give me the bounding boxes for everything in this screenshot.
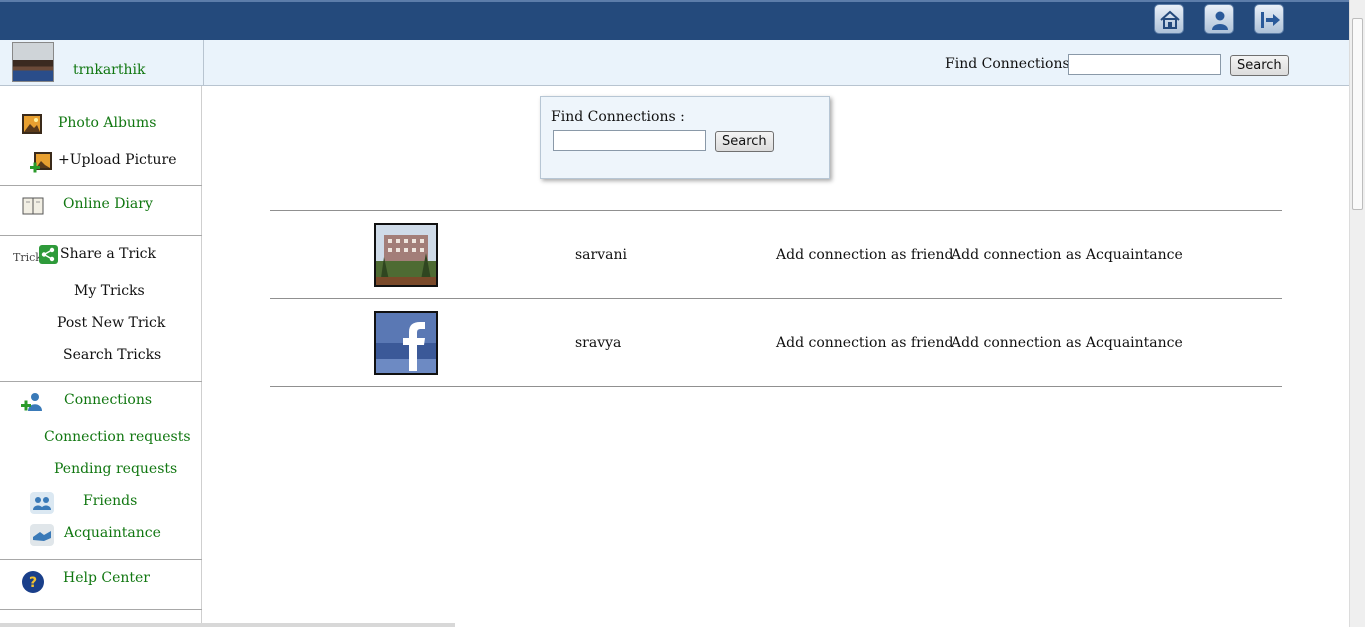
avatar[interactable] bbox=[12, 42, 54, 82]
diary-book-icon bbox=[22, 197, 44, 215]
find-connections-panel: Find Connections : Search bbox=[540, 96, 830, 179]
vertical-scrollbar[interactable] bbox=[1349, 0, 1365, 627]
sidebar-item-connections[interactable]: Connections bbox=[64, 392, 152, 408]
search-button[interactable]: Search bbox=[1230, 55, 1289, 76]
divider bbox=[270, 298, 1282, 299]
help-icon: ? bbox=[22, 571, 44, 593]
sidebar-item-post-new-trick[interactable]: Post New Trick bbox=[57, 315, 165, 331]
sidebar-item-help-center[interactable]: Help Center bbox=[63, 570, 150, 586]
sidebar-item-acquaintance[interactable]: Acquaintance bbox=[64, 525, 161, 541]
help-section: ? Help Center bbox=[0, 559, 202, 610]
connections-section: Connections Connection requests Pending … bbox=[0, 381, 202, 560]
add-acquaintance-link[interactable]: Add connection as Acquaintance bbox=[951, 335, 1183, 351]
result-name[interactable]: sravya bbox=[575, 335, 621, 351]
connections-icon bbox=[21, 393, 42, 411]
divider bbox=[270, 210, 1282, 211]
search-button[interactable]: Search bbox=[715, 131, 774, 152]
sidebar-item-online-diary[interactable]: Online Diary bbox=[63, 196, 153, 212]
add-acquaintance-link[interactable]: Add connection as Acquaintance bbox=[951, 247, 1183, 263]
result-name[interactable]: sarvani bbox=[575, 247, 627, 263]
sidebar-item-connection-requests[interactable]: Connection requests bbox=[44, 429, 191, 445]
scrollbar-thumb[interactable] bbox=[1352, 18, 1363, 210]
profile-icon[interactable] bbox=[1204, 4, 1234, 34]
sidebar: Photo Albums +Upload Picture Online Diar… bbox=[0, 86, 202, 627]
sidebar-item-upload-picture[interactable]: +Upload Picture bbox=[58, 152, 177, 168]
upload-picture-icon bbox=[30, 152, 52, 173]
trick-badge: Trick bbox=[13, 251, 42, 264]
top-nav-bar bbox=[0, 0, 1349, 40]
sub-header: trnkarthik Find Connections : Search bbox=[0, 40, 1349, 86]
find-connections-input[interactable] bbox=[553, 130, 706, 151]
photos-section: Photo Albums +Upload Picture bbox=[0, 86, 202, 186]
share-icon bbox=[39, 245, 58, 264]
home-icon[interactable] bbox=[1154, 4, 1184, 34]
result-avatar[interactable] bbox=[374, 311, 438, 375]
find-connections-label: Find Connections : bbox=[551, 109, 685, 125]
add-friend-link[interactable]: Add connection as friend bbox=[776, 247, 954, 263]
username-link[interactable]: trnkarthik bbox=[73, 62, 145, 78]
horizontal-scrollbar[interactable] bbox=[0, 623, 455, 627]
divider bbox=[270, 386, 1282, 387]
photo-albums-icon bbox=[22, 114, 42, 134]
svg-text:?: ? bbox=[29, 575, 37, 591]
sidebar-item-share-trick[interactable]: Share a Trick bbox=[60, 246, 156, 262]
friends-icon bbox=[30, 492, 54, 514]
tricks-section: Trick Share a Trick My Tricks Post New T… bbox=[0, 235, 202, 382]
sidebar-item-photo-albums[interactable]: Photo Albums bbox=[58, 115, 156, 131]
result-avatar[interactable] bbox=[374, 223, 438, 287]
diary-section: Online Diary bbox=[0, 185, 202, 236]
user-cell: trnkarthik bbox=[0, 40, 204, 85]
sidebar-item-pending-requests[interactable]: Pending requests bbox=[54, 461, 177, 477]
sidebar-item-friends[interactable]: Friends bbox=[83, 493, 137, 509]
sidebar-item-my-tricks[interactable]: My Tricks bbox=[74, 283, 145, 299]
add-friend-link[interactable]: Add connection as friend bbox=[776, 335, 954, 351]
find-connections-input[interactable] bbox=[1068, 54, 1221, 75]
acquaintance-icon bbox=[30, 524, 54, 546]
sidebar-item-search-tricks[interactable]: Search Tricks bbox=[63, 347, 161, 363]
find-connections-label: Find Connections : bbox=[945, 56, 1079, 72]
logout-icon[interactable] bbox=[1254, 4, 1284, 34]
